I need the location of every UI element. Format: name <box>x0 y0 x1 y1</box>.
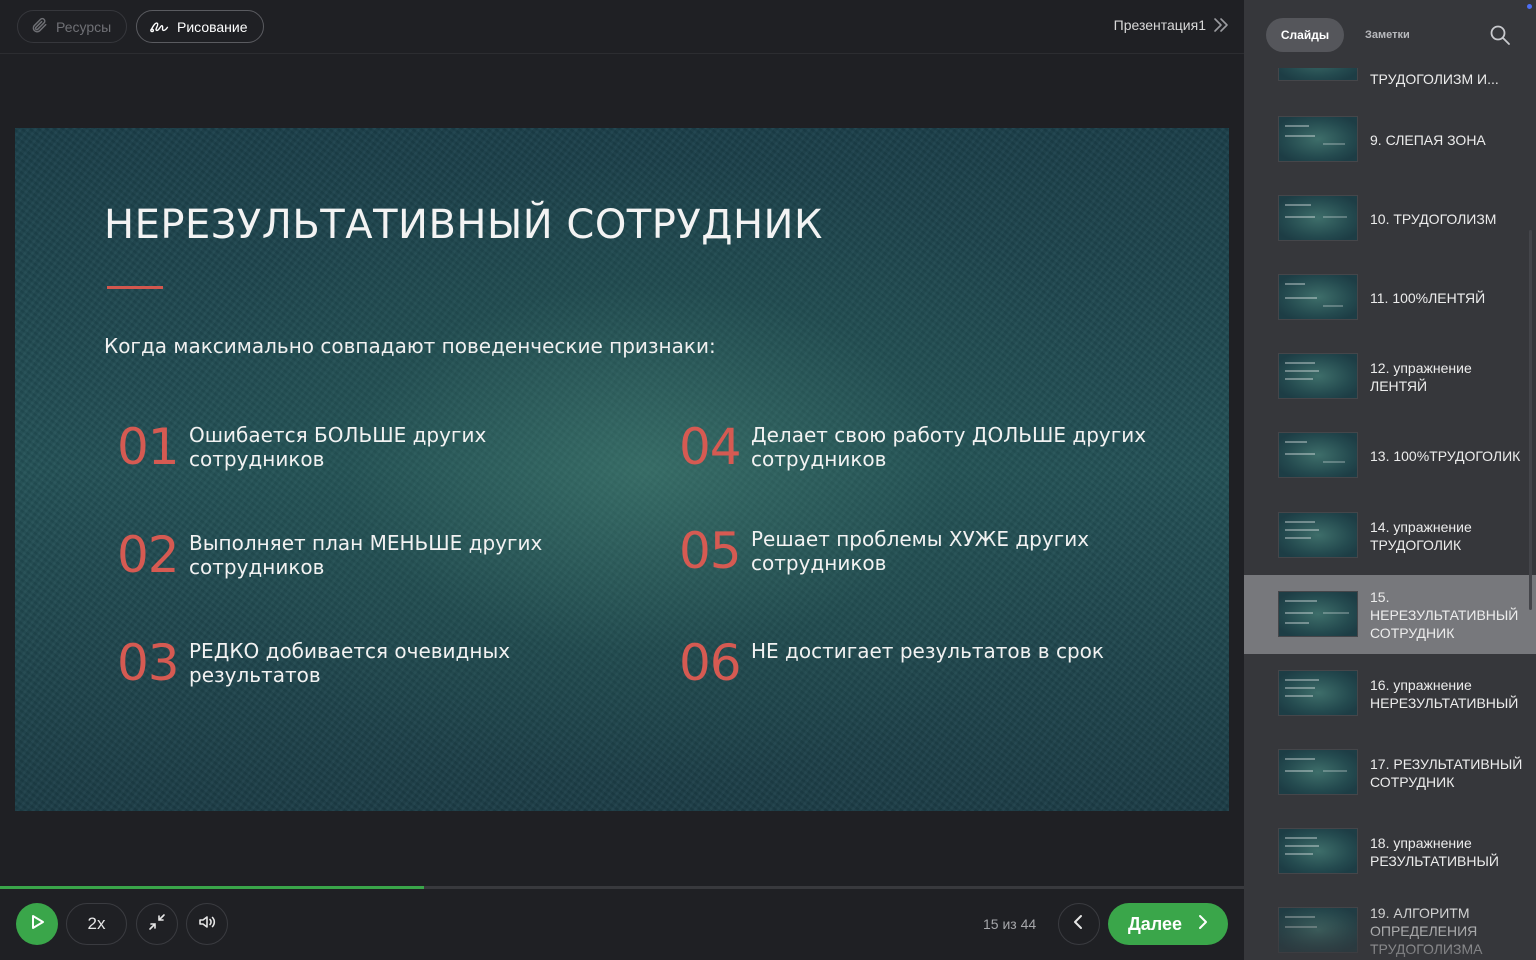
pen-squiggle-icon <box>149 16 169 37</box>
page-counter: 15 из 44 <box>983 916 1037 932</box>
item-text: НЕ достигает результатов в срок <box>751 639 1104 663</box>
list-item: 04 Делает свою работу ДОЛЬШЕ других сотр… <box>679 422 1151 472</box>
item-number: 05 <box>679 522 742 580</box>
item-number: 01 <box>117 418 180 476</box>
slide-list-item[interactable]: 14. упражнение ТРУДОГОЛИК <box>1244 496 1536 575</box>
slide-list-item[interactable]: 10. ТРУДОГОЛИЗМ <box>1244 179 1536 258</box>
next-slide-button[interactable]: Далее <box>1108 903 1228 945</box>
slides-sidebar: ТРУДОГОЛИЗМ И... 9. СЛЕПАЯ ЗОНА 10. ТРУД… <box>1244 0 1536 960</box>
exit-fullscreen-button[interactable] <box>136 903 178 945</box>
play-icon <box>28 913 46 936</box>
presentation-title: Презентация1 <box>1113 17 1206 33</box>
player-app: Ресурсы Рисование Презентация1 НЕРЕЗУЛЬТ… <box>0 0 1536 960</box>
slide-list-label: 11. 100%ЛЕНТЯЙ <box>1370 289 1486 306</box>
speaker-icon <box>197 913 217 936</box>
slide-list-label: 12. упражнение ЛЕНТЯЙ <box>1370 359 1472 394</box>
list-item: 02 Выполняет план МЕНЬШЕ других сотрудни… <box>117 530 559 580</box>
slide-list-item[interactable]: 17. РЕЗУЛЬТАТИВНЫЙ СОТРУДНИК <box>1244 733 1536 812</box>
slide-list-item-active[interactable]: 15. НЕРЕЗУЛЬТАТИВНЫЙ СОТРУДНИК <box>1244 575 1536 654</box>
item-number: 03 <box>117 634 180 692</box>
item-text: Ошибается БОЛЬШЕ других сотрудников <box>189 423 487 471</box>
item-number: 04 <box>679 418 742 476</box>
chevron-left-icon <box>1072 914 1086 935</box>
slide-list-item[interactable]: 18. упражнение РЕЗУЛЬТАТИВНЫЙ <box>1244 812 1536 891</box>
list-item: 06 НЕ достигает результатов в срок <box>679 638 1151 688</box>
list-item: 03 РЕДКО добивается очевидных результато… <box>117 638 559 688</box>
slide-thumbnail <box>1278 274 1358 320</box>
slide-list-label: 16. упражнение НЕРЕЗУЛЬТАТИВНЫЙ <box>1370 676 1519 711</box>
tab-slides[interactable]: Слайды <box>1266 18 1344 52</box>
slide-list-item[interactable]: 16. упражнение НЕРЕЗУЛЬТАТИВНЫЙ <box>1244 654 1536 733</box>
slide-thumbnail <box>1278 512 1358 558</box>
item-number: 06 <box>679 634 742 692</box>
slide-list-label: 14. упражнение ТРУДОГОЛИК <box>1370 518 1472 553</box>
slide-thumbnail <box>1278 195 1358 241</box>
slide-thumbnail <box>1278 353 1358 399</box>
next-label: Далее <box>1127 913 1183 934</box>
slide-list-item[interactable]: 19. АЛГОРИТМ ОПРЕДЕЛЕНИЯ ТРУДОГОЛИЗМА <box>1244 891 1536 960</box>
slide-canvas: НЕРЕЗУЛЬТАТИВНЫЙ СОТРУДНИК Когда максима… <box>15 128 1229 811</box>
collapse-arrows-icon <box>147 912 167 937</box>
search-icon[interactable] <box>1489 24 1511 51</box>
drawing-button[interactable]: Рисование <box>136 10 264 43</box>
item-number: 02 <box>117 526 180 584</box>
volume-button[interactable] <box>186 903 228 945</box>
slide-thumbnail <box>1278 432 1358 478</box>
slide-list-item[interactable]: 9. СЛЕПАЯ ЗОНА <box>1244 100 1536 179</box>
sidebar-scrollbar[interactable] <box>1529 230 1532 610</box>
slide-list-label: 15. НЕРЕЗУЛЬТАТИВНЫЙ СОТРУДНИК <box>1370 588 1519 641</box>
list-item: 05 Решает проблемы ХУЖЕ других сотрудник… <box>679 526 1121 576</box>
slide-thumbnail <box>1278 828 1358 874</box>
resources-label: Ресурсы <box>56 18 112 35</box>
slide-list-label: 19. АЛГОРИТМ ОПРЕДЕЛЕНИЯ ТРУДОГОЛИЗМА <box>1370 904 1483 957</box>
item-text: Решает проблемы ХУЖЕ других сотрудников <box>751 527 1090 575</box>
slide-thumbnail <box>1278 116 1358 162</box>
slide-thumbnail <box>1278 907 1358 953</box>
slide-list[interactable]: ТРУДОГОЛИЗМ И... 9. СЛЕПАЯ ЗОНА 10. ТРУД… <box>1244 0 1536 960</box>
item-text: Делает свою работу ДОЛЬШЕ других сотрудн… <box>751 423 1147 471</box>
slide-list-label: 18. упражнение РЕЗУЛЬТАТИВНЫЙ <box>1370 834 1499 869</box>
slide-thumbnail <box>1278 670 1358 716</box>
slide-list-label: 10. ТРУДОГОЛИЗМ <box>1370 210 1497 227</box>
item-text: Выполняет план МЕНЬШЕ других сотрудников <box>189 531 543 579</box>
slide-thumbnail <box>1278 591 1358 637</box>
slide-list-label: 13. 100%ТРУДОГОЛИК <box>1370 447 1521 464</box>
slide-thumbnail <box>1278 749 1358 795</box>
status-dot <box>1527 4 1532 9</box>
sidebar-header: Слайды Заметки <box>1244 0 1536 68</box>
slide-list-item[interactable]: 11. 100%ЛЕНТЯЙ <box>1244 258 1536 337</box>
list-item: 01 Ошибается БОЛЬШЕ других сотрудников <box>117 422 559 472</box>
slide-list-item[interactable]: 13. 100%ТРУДОГОЛИК <box>1244 416 1536 495</box>
slide-list-label: 17. РЕЗУЛЬТАТИВНЫЙ СОТРУДНИК <box>1370 755 1523 790</box>
drawing-label: Рисование <box>177 18 248 35</box>
speed-label: 2x <box>87 914 106 933</box>
slide-title: НЕРЕЗУЛЬТАТИВНЫЙ СОТРУДНИК <box>104 202 823 248</box>
main-area: Ресурсы Рисование Презентация1 НЕРЕЗУЛЬТ… <box>0 0 1244 960</box>
tab-notes[interactable]: Заметки <box>1365 29 1410 41</box>
item-text: РЕДКО добивается очевидных результатов <box>189 639 511 687</box>
resources-button[interactable]: Ресурсы <box>17 10 127 43</box>
play-button[interactable] <box>16 903 58 945</box>
slide-list-item[interactable]: 12. упражнение ЛЕНТЯЙ <box>1244 337 1536 416</box>
top-toolbar: Ресурсы Рисование Презентация1 <box>0 0 1244 54</box>
slide-list-label: 9. СЛЕПАЯ ЗОНА <box>1370 131 1486 148</box>
slide-subtitle: Когда максимально совпадают поведенчески… <box>104 334 716 358</box>
chevron-right-icon <box>1196 914 1208 935</box>
paperclip-icon <box>30 16 48 37</box>
playback-speed-button[interactable]: 2x <box>66 903 127 945</box>
previous-slide-button[interactable] <box>1058 903 1100 945</box>
title-underline <box>107 286 163 289</box>
player-controls: 2x 15 из 44 Далее <box>0 889 1244 960</box>
double-chevron-right-icon[interactable] <box>1212 15 1230 40</box>
